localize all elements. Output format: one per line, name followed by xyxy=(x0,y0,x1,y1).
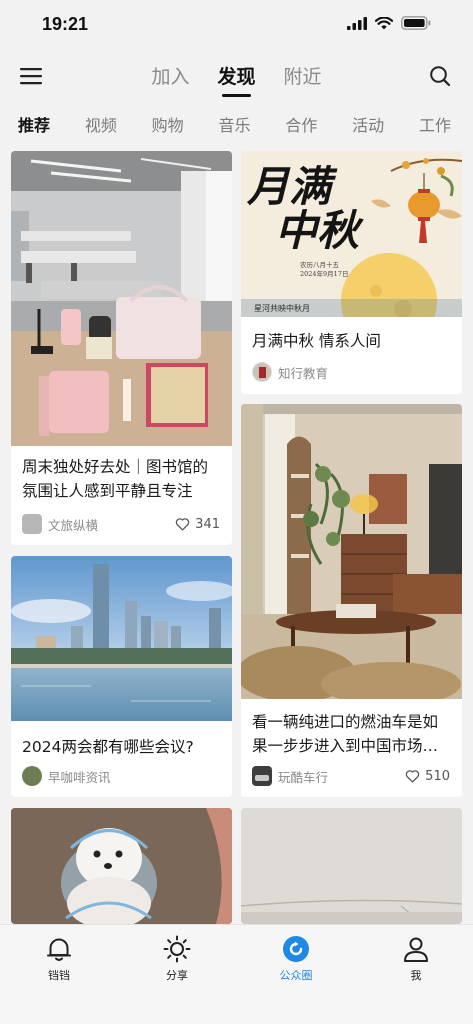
circle-refresh-icon xyxy=(283,936,309,962)
feed-card[interactable]: 2024两会都有哪些会议? 早咖啡资讯 xyxy=(11,556,232,797)
author-name[interactable]: 文旅纵横 xyxy=(48,515,98,534)
category-tab-music[interactable]: 音乐 xyxy=(218,112,250,142)
category-tab-shopping[interactable]: 购物 xyxy=(152,112,184,142)
category-tabs: 推荐 视频 购物 音乐 合作 活动 工作 xyxy=(0,112,473,142)
author-name[interactable]: 玩酷车行 xyxy=(278,767,328,786)
heart-icon xyxy=(405,770,420,783)
bottom-nav-profile[interactable]: 我 xyxy=(376,935,456,983)
bottom-nav-public-circle[interactable]: 公众圈 xyxy=(256,935,336,983)
bottom-nav-share[interactable]: 分享 xyxy=(137,935,217,983)
feed-card[interactable] xyxy=(11,808,232,924)
category-tab-events[interactable]: 活动 xyxy=(352,112,384,142)
like-count-value: 510 xyxy=(425,768,450,784)
wifi-icon xyxy=(375,16,393,29)
avatar xyxy=(22,514,42,534)
tab-join[interactable]: 加入 xyxy=(151,62,189,97)
signal-icon xyxy=(347,16,367,30)
feed-card[interactable]: 周末独处好去处｜图书馆的氛围让人感到平静且专注 文旅纵横 341 xyxy=(11,151,232,545)
status-icons xyxy=(347,16,431,30)
status-time: 19:21 xyxy=(42,14,89,34)
bottom-nav-label: 公众圈 xyxy=(279,969,313,982)
category-tab-cooperation[interactable]: 合作 xyxy=(285,112,317,142)
like-count[interactable]: 510 xyxy=(405,769,450,784)
feed-card[interactable]: 看一辆纯进口的燃油车是如果一步步进入到中国市场… 玩酷车行 510 xyxy=(241,404,462,797)
bottom-nav-label: 分享 xyxy=(166,969,188,982)
card-image-library xyxy=(11,151,232,446)
category-tab-recommend[interactable]: 推荐 xyxy=(18,112,50,142)
card-meta: 玩酷车行 510 xyxy=(252,766,450,786)
card-image-living-room xyxy=(241,404,462,699)
card-title: 2024两会都有哪些会议? xyxy=(22,738,194,756)
card-meta: 早咖啡资讯 xyxy=(22,766,220,786)
tab-discover[interactable]: 发现 xyxy=(217,62,256,97)
category-tab-video[interactable]: 视频 xyxy=(85,112,117,142)
top-tabs: 加入 发现 附近 xyxy=(0,62,473,97)
category-tab-work[interactable]: 工作 xyxy=(419,112,451,142)
like-count[interactable]: 341 xyxy=(175,517,220,532)
heart-icon xyxy=(175,518,190,531)
card-image-poster: 月满 中秋 农历八月十五 2024年9月17日 星河共映中秋月 xyxy=(241,151,462,317)
card-title: 月满中秋 情系人间 xyxy=(252,332,381,350)
person-icon xyxy=(404,937,428,962)
bottom-nav-label: 我 xyxy=(410,969,422,982)
poster-title-line1: 月满 xyxy=(247,162,332,211)
battery-icon xyxy=(401,16,431,30)
card-image-skyline xyxy=(11,556,232,721)
author-name[interactable]: 早咖啡资讯 xyxy=(48,767,111,786)
sun-icon xyxy=(163,935,191,963)
tab-nearby[interactable]: 附近 xyxy=(284,62,322,97)
card-title: 周末独处好去处｜图书馆的氛围让人感到平静且专注 xyxy=(22,458,209,500)
bottom-nav-notifications[interactable]: 铛铛 xyxy=(19,935,99,983)
card-image-ceiling xyxy=(241,808,462,924)
like-count-value: 341 xyxy=(195,516,220,532)
poster-footer: 星河共映中秋月 xyxy=(254,304,310,313)
card-title: 看一辆纯进口的燃油车是如果一步步进入到中国市场… xyxy=(252,713,439,755)
author-name[interactable]: 知行教育 xyxy=(278,363,328,382)
bottom-nav-label: 铛铛 xyxy=(48,969,70,982)
avatar xyxy=(252,362,272,382)
card-meta: 文旅纵横 341 xyxy=(22,514,220,534)
poster-title-line2: 中秋 xyxy=(275,206,360,255)
status-bar: 19:21 xyxy=(0,0,473,50)
avatar xyxy=(22,766,42,786)
poster-subtitle: 农历八月十五 xyxy=(300,261,339,269)
bell-icon xyxy=(47,938,71,961)
card-image-dog xyxy=(11,808,232,924)
top-nav: 加入 发现 附近 xyxy=(0,52,473,100)
poster-date: 2024年9月17日 xyxy=(300,270,349,278)
feed-card[interactable]: 月满 中秋 农历八月十五 2024年9月17日 星河共映中秋月 月满中秋 情系人… xyxy=(241,151,462,394)
feed-card[interactable] xyxy=(241,808,462,924)
bottom-nav: 铛铛 分享 公众圈 我 xyxy=(0,924,473,1024)
search-icon[interactable] xyxy=(429,65,451,87)
avatar xyxy=(252,766,272,786)
card-meta: 知行教育 xyxy=(252,362,450,382)
